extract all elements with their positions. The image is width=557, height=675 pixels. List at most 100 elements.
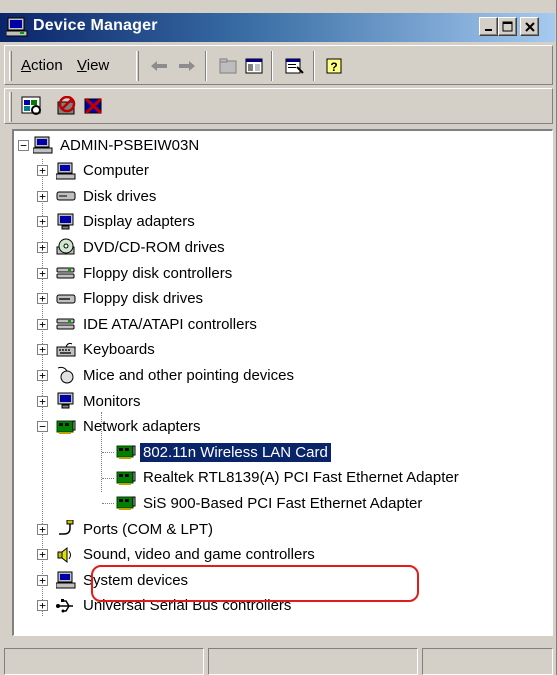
tree-item-label: Monitors	[83, 392, 141, 410]
network-adapter-item[interactable]: SiS 900-Based PCI Fast Ethernet Adapter	[116, 491, 425, 515]
help-icon[interactable]: ?	[323, 55, 345, 77]
expand-icon[interactable]: +	[37, 293, 48, 305]
title-bar[interactable]: Device Manager	[0, 13, 555, 42]
tree-line	[102, 503, 114, 505]
keyboard-icon	[56, 341, 76, 359]
computer-icon	[56, 162, 76, 180]
tree-item-label: DVD/CD-ROM drives	[83, 238, 225, 256]
action-toolbar	[4, 88, 553, 124]
network-adapter-item[interactable]: Realtek RTL8139(A) PCI Fast Ethernet Ada…	[116, 466, 462, 490]
highlight-annotation	[91, 565, 419, 602]
expand-icon[interactable]: +	[37, 267, 48, 279]
status-bar	[4, 640, 553, 675]
back-arrow-icon[interactable]	[148, 55, 170, 77]
port-icon	[56, 520, 76, 538]
expand-icon[interactable]: +	[37, 344, 48, 356]
expand-icon[interactable]: +	[37, 600, 48, 612]
tree-item-label: Ports (COM & LPT)	[83, 520, 214, 538]
show-hide-tree-icon[interactable]	[243, 55, 265, 77]
tree-item-display-adapters[interactable]: + Display adapters	[37, 210, 198, 234]
menu-view[interactable]: View	[77, 57, 109, 74]
close-button[interactable]	[520, 17, 539, 36]
monitor-icon	[56, 213, 76, 231]
toolbar-separator	[271, 51, 273, 81]
network-adapter-label: Realtek RTL8139(A) PCI Fast Ethernet Ada…	[143, 469, 459, 487]
network-adapter-label: SiS 900-Based PCI Fast Ethernet Adapter	[143, 494, 423, 512]
root-label: ADMIN-PSBEIW03N	[60, 136, 200, 154]
properties-icon[interactable]	[283, 55, 305, 77]
menubar-grip[interactable]	[9, 51, 12, 81]
tree-item-disk-drives[interactable]: + Disk drives	[37, 184, 159, 208]
tree-item-monitors[interactable]: + Monitors	[37, 389, 144, 413]
cdrom-icon	[56, 238, 76, 256]
collapse-icon[interactable]: −	[18, 139, 29, 151]
expand-icon[interactable]: +	[37, 216, 48, 228]
disk-drive-icon	[56, 187, 76, 205]
maximize-icon	[502, 21, 513, 32]
network-card-icon	[56, 418, 76, 436]
expand-icon[interactable]: +	[37, 549, 48, 561]
tree-item-dvd-cd-rom-drives[interactable]: + DVD/CD-ROM drives	[37, 235, 228, 259]
uninstall-device-icon[interactable]	[83, 95, 105, 117]
tree-item-keyboards[interactable]: + Keyboards	[37, 338, 158, 362]
tree-item-label: Network adapters	[83, 418, 201, 436]
expand-icon[interactable]: +	[37, 318, 48, 330]
close-icon	[524, 21, 535, 32]
computer-icon	[33, 136, 53, 154]
floppy-drive-icon	[56, 290, 76, 308]
tree-item-label: Sound, video and game controllers	[83, 546, 315, 564]
tree-item-label: Keyboards	[83, 341, 155, 359]
menu-action[interactable]: Action	[21, 57, 63, 74]
tree-item-label: Floppy disk controllers	[83, 264, 233, 282]
toolbar-separator	[313, 51, 315, 81]
tree-item-label: Computer	[83, 162, 149, 180]
expand-icon[interactable]: +	[37, 369, 48, 381]
window-title: Device Manager	[33, 17, 158, 34]
expand-icon[interactable]: +	[37, 523, 48, 535]
speaker-icon	[56, 546, 76, 564]
tree-item-computer[interactable]: + Computer	[37, 159, 152, 183]
tree-item-label: Disk drives	[83, 187, 157, 205]
device-manager-icon	[5, 17, 28, 37]
monitor-icon	[56, 392, 76, 410]
toolbar-separator	[205, 51, 207, 81]
mouse-icon	[56, 366, 76, 384]
expand-icon[interactable]: +	[37, 241, 48, 253]
expand-icon[interactable]: +	[37, 395, 48, 407]
maximize-button[interactable]	[498, 17, 517, 36]
svg-text:?: ?	[330, 60, 337, 74]
status-panel	[422, 648, 553, 675]
tree-item-floppy-disk-drives[interactable]: + Floppy disk drives	[37, 287, 206, 311]
tree-item-floppy-disk-controllers[interactable]: + Floppy disk controllers	[37, 261, 235, 285]
network-card-icon	[116, 494, 136, 512]
network-card-icon	[116, 443, 136, 461]
disable-device-icon[interactable]	[56, 95, 78, 117]
tree-root[interactable]: − ADMIN-PSBEIW03N	[18, 133, 202, 157]
network-adapter-item[interactable]: 802.11n Wireless LAN Card	[116, 440, 331, 464]
up-folder-icon[interactable]	[217, 55, 239, 77]
tree-item-ide-ata-atapi-controllers[interactable]: + IDE ATA/ATAPI controllers	[37, 312, 260, 336]
tree-item-label: Floppy disk drives	[83, 290, 204, 308]
computer-icon	[56, 571, 76, 589]
tree-item-label: IDE ATA/ATAPI controllers	[83, 315, 257, 333]
tree-item-network-adapters[interactable]: − Network adapters	[37, 415, 204, 439]
scan-hardware-icon[interactable]	[21, 95, 43, 117]
tree-item-mice-and-other-pointing-devices[interactable]: + Mice and other pointing devices	[37, 363, 297, 387]
collapse-icon[interactable]: −	[37, 421, 48, 433]
forward-arrow-icon[interactable]	[176, 55, 198, 77]
minimize-button[interactable]	[479, 17, 498, 36]
expand-icon[interactable]: +	[37, 574, 48, 586]
minimize-icon	[484, 28, 492, 31]
toolbar-grip[interactable]	[136, 51, 139, 81]
tree-item-sound-video-and-game-controllers[interactable]: + Sound, video and game controllers	[37, 543, 318, 567]
toolbar2-grip[interactable]	[9, 92, 12, 122]
tree-item-label: Display adapters	[83, 213, 195, 231]
device-tree[interactable]: − ADMIN-PSBEIW03N + Computer + Disk drives +…	[12, 129, 553, 636]
tree-line	[102, 477, 114, 479]
tree-item-ports-com-lpt[interactable]: + Ports (COM & LPT)	[37, 517, 216, 541]
controller-icon	[56, 264, 76, 282]
controller-icon	[56, 315, 76, 333]
expand-icon[interactable]: +	[37, 165, 48, 177]
tree-line	[102, 452, 114, 454]
expand-icon[interactable]: +	[37, 190, 48, 202]
